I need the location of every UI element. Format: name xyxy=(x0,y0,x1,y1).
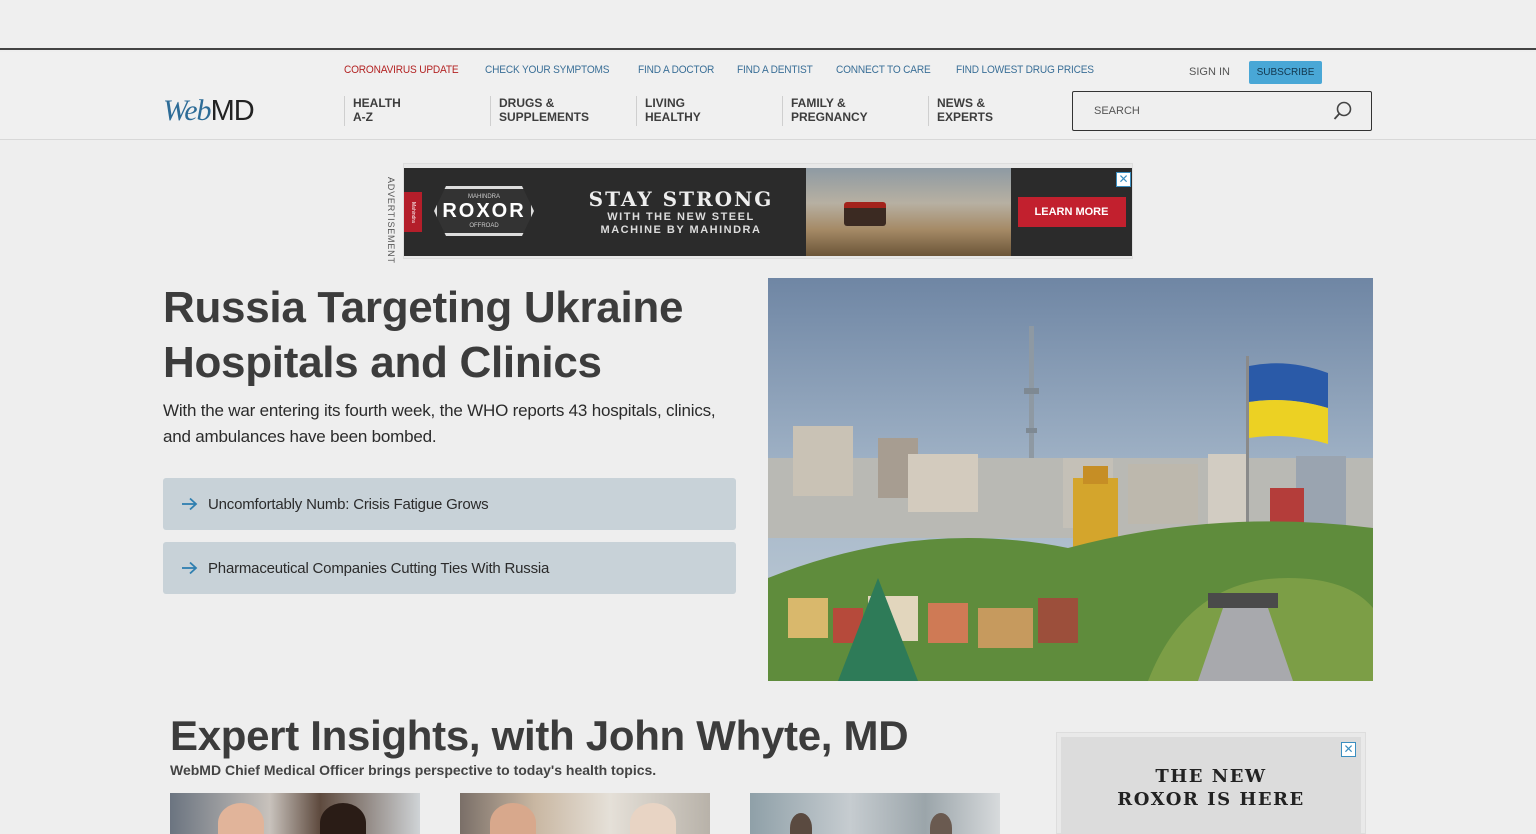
arrow-right-icon xyxy=(182,561,198,575)
logo-md: MD xyxy=(210,95,255,127)
site-header: CORONAVIRUS UPDATE CHECK YOUR SYMPTOMS F… xyxy=(0,52,1536,140)
video-thumbnail-1[interactable] xyxy=(170,793,420,834)
side-ad-headline: THE NEW ROXOR IS HERE xyxy=(1061,765,1361,811)
search-icon[interactable] xyxy=(1333,101,1353,121)
learn-more-button[interactable]: LEARN MORE xyxy=(1017,197,1126,227)
video-thumbnail-2[interactable] xyxy=(460,793,710,834)
logo-web: Web xyxy=(163,94,212,127)
ad-subline-1: WITH THE NEW STEEL xyxy=(607,211,755,223)
util-link-symptoms[interactable]: CHECK YOUR SYMPTOMS xyxy=(485,64,610,76)
roxor-logo: MAHINDRA ROXOR OFFROAD xyxy=(434,186,534,236)
person-image xyxy=(630,803,676,834)
util-link-coronavirus[interactable]: CORONAVIRUS UPDATE xyxy=(344,64,459,76)
person-image xyxy=(320,803,366,834)
top-ad-strip xyxy=(0,0,1536,50)
video-thumbnail-3[interactable] xyxy=(750,793,1000,834)
nav-health-az[interactable]: HEALTH A-Z xyxy=(344,96,490,126)
hero-description: With the war entering its fourth week, t… xyxy=(163,401,716,446)
side-ad-close-icon[interactable]: ✕ xyxy=(1341,742,1356,757)
person-image xyxy=(930,813,952,834)
sign-in-link[interactable]: SIGN IN xyxy=(1189,66,1230,78)
ad-vehicle-photo xyxy=(806,168,1011,256)
person-image xyxy=(490,803,536,834)
ad-cta-area: LEARN MORE ✕ xyxy=(1011,168,1132,256)
person-image xyxy=(218,803,264,834)
person-image xyxy=(790,813,812,834)
top-ad-banner[interactable]: Mahindra MAHINDRA ROXOR OFFROAD STAY STR… xyxy=(403,163,1133,259)
utility-nav: CORONAVIRUS UPDATE CHECK YOUR SYMPTOMS F… xyxy=(344,64,1106,76)
util-link-find-dentist[interactable]: FIND A DENTIST xyxy=(737,64,813,76)
side-ad-line-1: THE NEW xyxy=(1155,766,1267,787)
roxor-logo-bottom: OFFROAD xyxy=(469,222,499,229)
ad-close-icon[interactable]: ✕ xyxy=(1116,172,1131,187)
ad-copy: STAY STRONG WITH THE NEW STEEL MACHINE B… xyxy=(556,168,806,256)
nav-living-healthy[interactable]: LIVING HEALTHY xyxy=(636,96,782,126)
util-link-connect-care[interactable]: CONNECT TO CARE xyxy=(836,64,931,76)
kyiv-cityscape-image xyxy=(768,278,1373,681)
expert-insights-title: Expert Insights, with John Whyte, MD xyxy=(170,712,909,759)
related-link-pharma-russia[interactable]: Pharmaceutical Companies Cutting Ties Wi… xyxy=(163,542,736,594)
arrow-right-icon xyxy=(182,497,198,511)
ad-creative[interactable]: Mahindra MAHINDRA ROXOR OFFROAD STAY STR… xyxy=(404,168,1132,256)
advertisement-label: ADVERTISEMENT xyxy=(386,177,396,264)
main-nav: HEALTH A-Z DRUGS & SUPPLEMENTS LIVING HE… xyxy=(344,96,1074,126)
ad-headline: STAY STRONG xyxy=(588,187,774,211)
related-link-label: Uncomfortably Numb: Crisis Fatigue Grows xyxy=(208,495,489,513)
util-link-find-doctor[interactable]: FIND A DOCTOR xyxy=(638,64,714,76)
nav-drugs-supplements[interactable]: DRUGS & SUPPLEMENTS xyxy=(490,96,636,126)
page: CORONAVIRUS UPDATE CHECK YOUR SYMPTOMS F… xyxy=(0,0,1536,834)
side-ad-creative[interactable]: THE NEW ROXOR IS HERE ✕ xyxy=(1061,737,1361,834)
ad-brand-tab: Mahindra xyxy=(404,192,422,232)
nav-family-pregnancy[interactable]: FAMILY & PREGNANCY xyxy=(782,96,928,126)
related-link-label: Pharmaceutical Companies Cutting Ties Wi… xyxy=(208,559,550,577)
related-link-crisis-fatigue[interactable]: Uncomfortably Numb: Crisis Fatigue Grows xyxy=(163,478,736,530)
expert-insights-subtitle: WebMD Chief Medical Officer brings persp… xyxy=(170,762,657,778)
subscribe-button[interactable]: SUBSCRIBE xyxy=(1249,61,1322,84)
hero-headline[interactable]: Russia Targeting Ukraine Hospitals and C… xyxy=(163,280,723,390)
search-input[interactable] xyxy=(1073,93,1323,129)
roxor-logo-text: ROXOR xyxy=(442,199,526,222)
nav-news-experts[interactable]: NEWS & EXPERTS xyxy=(928,96,1074,126)
webmd-logo[interactable]: Web MD xyxy=(163,94,255,127)
vehicle-image xyxy=(844,202,886,226)
ad-subline-2: MACHINE BY MAHINDRA xyxy=(600,224,762,236)
util-link-drug-prices[interactable]: FIND LOWEST DRUG PRICES xyxy=(956,64,1094,76)
search-box xyxy=(1072,91,1372,131)
hero-image-kyiv-skyline[interactable] xyxy=(768,278,1373,681)
side-ad-line-2: ROXOR IS HERE xyxy=(1117,789,1305,810)
side-ad-box[interactable]: THE NEW ROXOR IS HERE ✕ xyxy=(1056,732,1366,834)
